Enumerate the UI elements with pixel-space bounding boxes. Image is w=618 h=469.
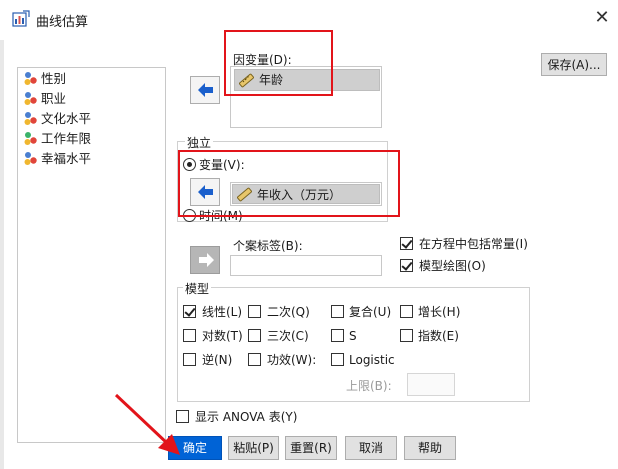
nominal-variable-icon [24, 72, 37, 85]
model-quadratic-checkbox[interactable] [248, 305, 261, 318]
cancel-button[interactable]: 取消 [345, 436, 397, 460]
model-power-checkbox[interactable] [248, 353, 261, 366]
model-inverse-checkbox[interactable] [183, 353, 196, 366]
upper-bound-field[interactable] [407, 373, 455, 396]
variable-name: 幸福水平 [41, 151, 92, 166]
model-exponential-checkbox[interactable] [400, 329, 413, 342]
model-logarithmic-checkbox[interactable] [183, 329, 196, 342]
move-dependent-button[interactable] [190, 76, 220, 104]
model-logistic-label: Logistic [349, 353, 395, 367]
plot-models-checkbox[interactable] [400, 259, 413, 272]
model-power-label: 功效(W): [267, 353, 317, 367]
model-cubic-checkbox[interactable] [248, 329, 261, 342]
case-label-label: 个案标签(B): [233, 239, 303, 253]
window-edge [0, 40, 4, 469]
close-icon[interactable]: ✕ [593, 8, 611, 28]
save-button[interactable]: 保存(A)... [541, 53, 607, 76]
highlight-box-independent [178, 150, 400, 217]
case-label-field[interactable] [230, 255, 382, 276]
variable-item[interactable]: 性别 [23, 70, 66, 88]
model-cubic-label: 三次(C) [267, 329, 309, 343]
variable-name: 性别 [41, 71, 67, 86]
reset-button[interactable]: 重置(R) [285, 436, 337, 460]
variable-item[interactable]: 文化水平 [23, 110, 91, 128]
model-linear-checkbox[interactable] [183, 305, 196, 318]
model-compound-label: 复合(U) [349, 305, 392, 319]
variable-name: 职业 [41, 91, 67, 106]
variable-name: 工作年限 [41, 131, 92, 146]
arrow-left-icon [198, 83, 213, 97]
independent-group-label: 独立 [185, 134, 214, 151]
plot-models-label: 模型绘图(O) [419, 259, 486, 273]
nominal-variable-icon [24, 112, 37, 125]
variable-name: 文化水平 [41, 111, 92, 126]
model-quadratic-label: 二次(Q) [267, 305, 310, 319]
anova-label: 显示 ANOVA 表(Y) [195, 410, 298, 424]
app-icon [12, 10, 30, 27]
variable-item[interactable]: 幸福水平 [23, 150, 91, 168]
window-title: 曲线估算 [36, 15, 89, 30]
model-s-label: S [349, 329, 357, 343]
paste-button[interactable]: 粘贴(P) [228, 436, 279, 460]
nominal-variable-icon [24, 92, 37, 105]
model-exponential-label: 指数(E) [418, 329, 459, 343]
model-logarithmic-label: 对数(T) [202, 329, 243, 343]
nominal-variable-icon [24, 152, 37, 165]
variable-item[interactable]: 工作年限 [23, 130, 91, 148]
move-case-label-button[interactable] [190, 246, 220, 274]
model-growth-label: 增长(H) [418, 305, 461, 319]
model-linear-label: 线性(L) [202, 305, 243, 319]
highlight-box-dependent [224, 30, 333, 96]
model-logistic-checkbox[interactable] [331, 353, 344, 366]
variable-item[interactable]: 职业 [23, 90, 66, 108]
model-inverse-label: 逆(N) [202, 353, 233, 367]
help-button[interactable]: 帮助 [404, 436, 456, 460]
variable-list[interactable]: 性别 职业 文化水平 工作年限 幸福水平 [17, 67, 166, 443]
ordinal-variable-icon [24, 132, 37, 145]
include-constant-checkbox[interactable] [400, 237, 413, 250]
models-group-label: 模型 [183, 280, 212, 297]
upper-bound-label: 上限(B): [346, 379, 392, 393]
model-growth-checkbox[interactable] [400, 305, 413, 318]
model-s-checkbox[interactable] [331, 329, 344, 342]
arrow-right-icon [199, 253, 214, 267]
include-constant-label: 在方程中包括常量(I) [419, 237, 528, 251]
model-compound-checkbox[interactable] [331, 305, 344, 318]
annotation-arrow-icon [114, 393, 180, 455]
